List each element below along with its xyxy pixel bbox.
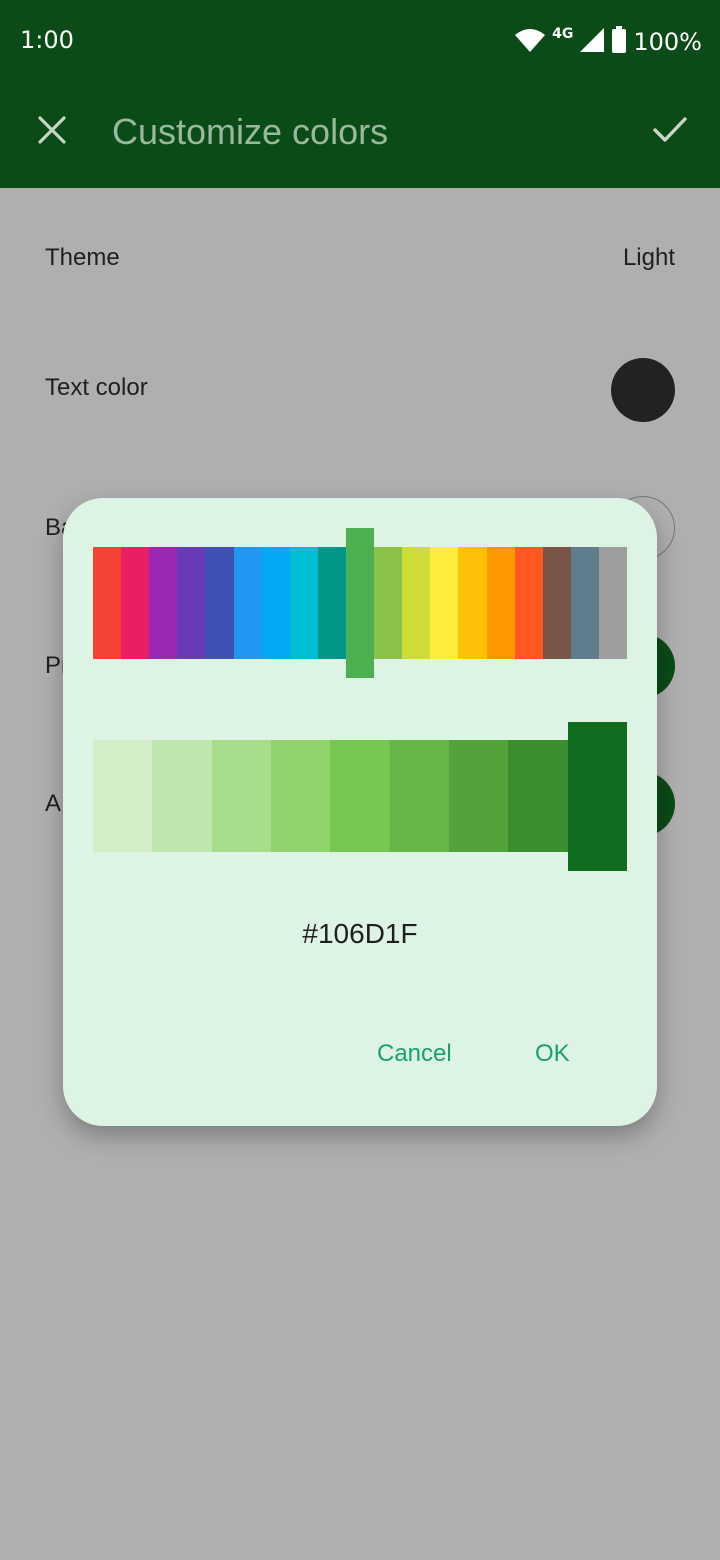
signal-icon	[579, 27, 605, 57]
shade-swatch[interactable]	[448, 740, 509, 852]
shade-swatch[interactable]	[211, 740, 271, 852]
setting-accent-label: A	[45, 790, 62, 817]
hue-swatch[interactable]	[570, 547, 599, 659]
status-bar: 1:00 4G 100%	[0, 0, 720, 86]
network-type: 4G	[552, 26, 574, 42]
close-icon	[37, 115, 67, 149]
hue-swatch[interactable]	[374, 547, 403, 659]
hue-swatch[interactable]	[93, 547, 122, 659]
text-color-swatch[interactable]	[611, 358, 675, 422]
cancel-button[interactable]: Cancel	[369, 1036, 460, 1072]
color-picker-dialog: #106D1F Cancel OK	[63, 498, 657, 1126]
ok-button[interactable]: OK	[527, 1036, 578, 1072]
hue-swatch[interactable]	[430, 547, 459, 659]
hue-swatch[interactable]	[261, 547, 290, 659]
hex-value: #106D1F	[302, 918, 418, 949]
hue-swatch[interactable]	[402, 547, 431, 659]
hue-swatch[interactable]	[458, 547, 487, 659]
setting-theme-label: Theme	[45, 244, 120, 271]
hue-swatch[interactable]	[598, 547, 628, 659]
battery-percent: 100%	[633, 28, 702, 56]
hue-swatch[interactable]	[205, 547, 234, 659]
shade-palette	[93, 740, 627, 852]
close-button[interactable]	[28, 108, 76, 156]
setting-text-color-label: Text color	[45, 374, 148, 401]
shade-swatch[interactable]	[508, 740, 568, 852]
hue-swatch[interactable]	[233, 547, 262, 659]
hue-swatch[interactable]	[542, 547, 571, 659]
hue-swatch[interactable]	[486, 547, 515, 659]
hue-swatch[interactable]	[514, 547, 543, 659]
page-title: Customize colors	[112, 111, 389, 152]
shade-swatch[interactable]	[330, 740, 390, 852]
selected-shade-swatch[interactable]	[567, 722, 627, 871]
status-icons: 4G 100%	[514, 26, 702, 58]
shade-swatch[interactable]	[152, 740, 212, 852]
wifi-icon	[514, 27, 546, 57]
hue-swatch[interactable]	[149, 547, 178, 659]
hue-swatch[interactable]	[177, 547, 206, 659]
hue-swatch[interactable]	[317, 547, 346, 659]
check-icon	[652, 116, 688, 148]
setting-theme[interactable]: Theme Light	[0, 220, 720, 300]
shade-swatch[interactable]	[389, 740, 449, 852]
battery-icon	[611, 26, 627, 58]
hue-swatch[interactable]	[289, 547, 318, 659]
selected-hue-swatch[interactable]	[345, 528, 375, 678]
toolbar: Customize colors	[0, 86, 720, 188]
hue-swatch[interactable]	[121, 547, 150, 659]
status-time: 1:00	[20, 26, 74, 54]
shade-swatch[interactable]	[270, 740, 331, 852]
setting-theme-value: Light	[622, 244, 675, 271]
confirm-button[interactable]	[644, 106, 696, 158]
shade-swatch[interactable]	[93, 740, 153, 852]
